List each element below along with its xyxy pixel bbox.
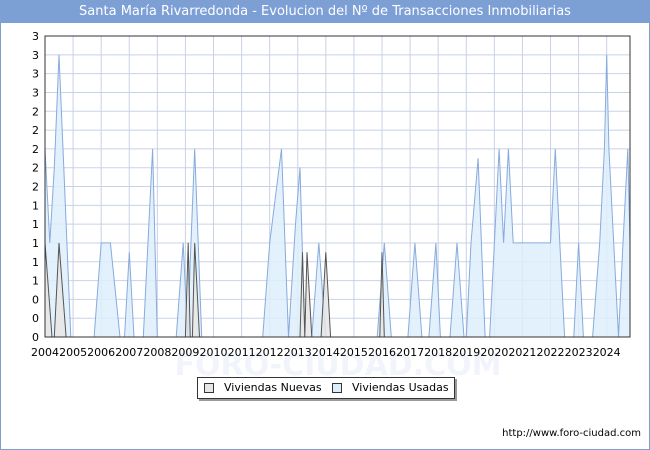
x-tick-label-2017: 2017 <box>396 346 424 359</box>
legend-label-nuevas: Viviendas Nuevas <box>224 381 322 394</box>
y-tick-label-4: 1 <box>32 256 39 269</box>
x-tick-label-2019: 2019 <box>452 346 480 359</box>
y-tick-label-13: 3 <box>32 86 39 99</box>
y-tick-label-1: 0 <box>32 312 39 325</box>
x-tick-label-2009: 2009 <box>171 346 199 359</box>
y-tick-label-15: 3 <box>32 49 39 62</box>
y-tick-label-2: 0 <box>32 293 39 306</box>
legend-swatch-nuevas <box>204 383 214 393</box>
y-tick-label-14: 3 <box>32 68 39 81</box>
x-tick-label-2006: 2006 <box>87 346 115 359</box>
x-tick-label-2015: 2015 <box>340 346 368 359</box>
y-tick-label-7: 1 <box>32 199 39 212</box>
y-tick-label-8: 2 <box>32 181 39 194</box>
x-tick-label-2004: 2004 <box>31 346 59 359</box>
x-tick-label-2024: 2024 <box>593 346 621 359</box>
x-tick-label-2005: 2005 <box>59 346 87 359</box>
legend-label-usadas: Viviendas Usadas <box>352 381 449 394</box>
y-tick-label-16: 3 <box>32 30 39 43</box>
x-tick-label-2023: 2023 <box>565 346 593 359</box>
y-tick-label-11: 2 <box>32 124 39 137</box>
y-tick-label-3: 1 <box>32 275 39 288</box>
x-tick-label-2010: 2010 <box>200 346 228 359</box>
source-url: http://www.foro-ciudad.com <box>502 428 641 439</box>
x-tick-label-2016: 2016 <box>368 346 396 359</box>
y-tick-label-9: 2 <box>32 162 39 175</box>
y-tick-label-6: 1 <box>32 218 39 231</box>
x-tick-label-2007: 2007 <box>115 346 143 359</box>
y-axis-ticks: 0 0 0 1 1 1 1 1 2 2 2 2 2 3 3 3 3 <box>32 30 39 344</box>
x-axis-ticks: 2004 2005 2006 2007 2008 2009 2010 2011 2012 2013… <box>31 346 621 359</box>
series-areas <box>44 54 631 338</box>
y-tick-label-10: 2 <box>32 143 39 156</box>
x-tick-label-2018: 2018 <box>424 346 452 359</box>
series-area-usadas <box>45 54 630 338</box>
legend-swatch-usadas <box>332 383 342 393</box>
y-tick-label-5: 1 <box>32 237 39 250</box>
x-tick-label-2013: 2013 <box>284 346 312 359</box>
legend: Viviendas Nuevas Viviendas Usadas <box>197 377 455 399</box>
x-tick-label-2011: 2011 <box>228 346 256 359</box>
x-tick-label-2022: 2022 <box>537 346 565 359</box>
x-tick-label-2012: 2012 <box>256 346 284 359</box>
x-tick-label-2014: 2014 <box>312 346 340 359</box>
y-tick-label-0: 0 <box>32 331 39 344</box>
y-tick-label-12: 2 <box>32 105 39 118</box>
x-tick-label-2021: 2021 <box>508 346 536 359</box>
x-tick-label-2008: 2008 <box>143 346 171 359</box>
x-tick-label-2020: 2020 <box>480 346 508 359</box>
